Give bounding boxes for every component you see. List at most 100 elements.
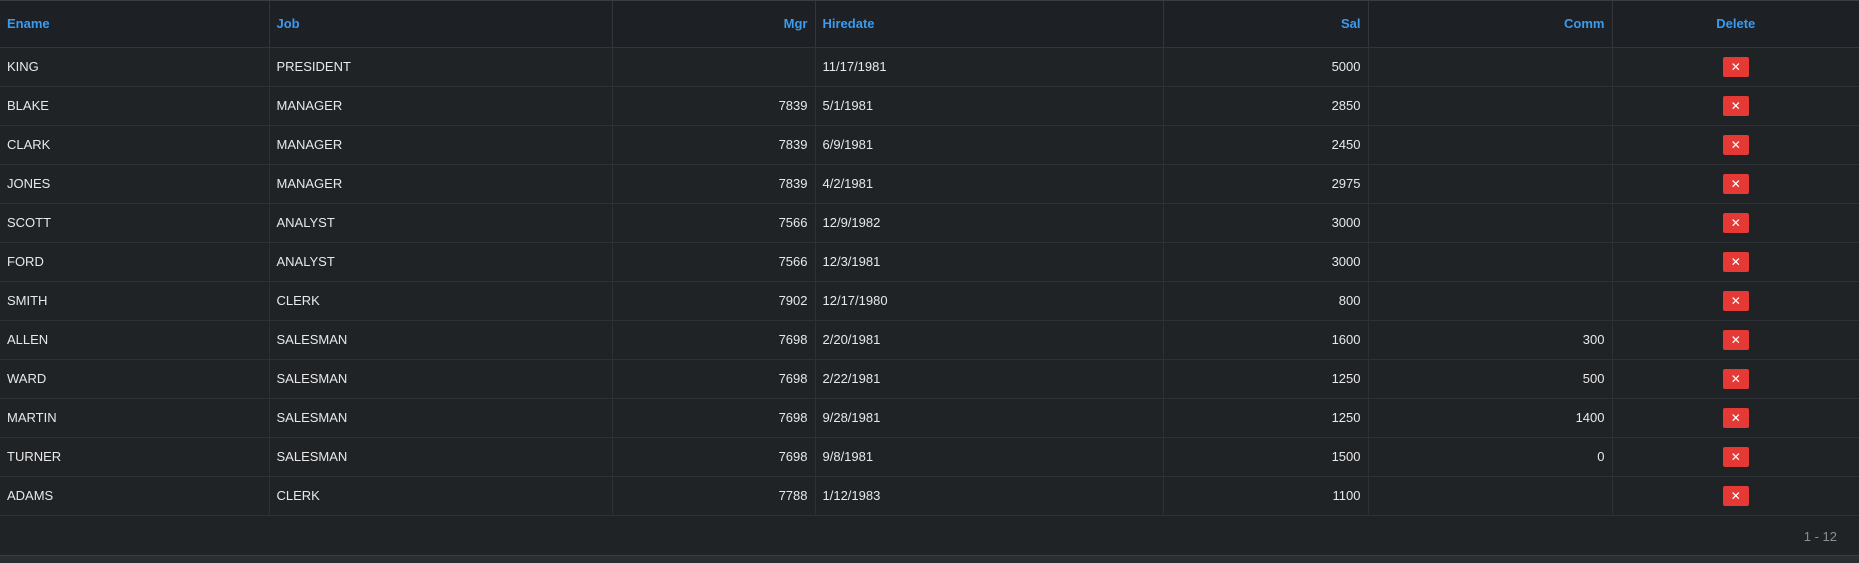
cell-comm xyxy=(1368,125,1613,165)
close-icon: ✕ xyxy=(1730,59,1741,74)
close-icon: ✕ xyxy=(1730,449,1741,464)
cell-ename: KING xyxy=(0,47,270,87)
cell-mgr: 7698 xyxy=(612,320,816,360)
delete-button[interactable]: ✕ xyxy=(1722,485,1749,506)
delete-button[interactable]: ✕ xyxy=(1722,173,1749,194)
cell-mgr: 7698 xyxy=(612,437,816,477)
cell-comm xyxy=(1368,164,1613,204)
cell-mgr: 7698 xyxy=(612,398,816,438)
table-row[interactable]: SCOTT ANALYST 7566 12/9/1982 3000 ✕ xyxy=(0,203,1859,243)
cell-hiredate: 11/17/1981 xyxy=(815,47,1164,87)
column-header-comm[interactable]: Comm xyxy=(1368,1,1613,48)
cell-delete: ✕ xyxy=(1612,242,1859,282)
table-row[interactable]: ADAMS CLERK 7788 1/12/1983 1100 ✕ xyxy=(0,476,1859,516)
cell-ename: SCOTT xyxy=(0,203,270,243)
delete-button[interactable]: ✕ xyxy=(1722,212,1749,233)
column-header-sal[interactable]: Sal xyxy=(1163,1,1369,48)
column-header-hiredate[interactable]: Hiredate xyxy=(815,1,1164,48)
delete-button[interactable]: ✕ xyxy=(1722,407,1749,428)
table-row[interactable]: JONES MANAGER 7839 4/2/1981 2975 ✕ xyxy=(0,164,1859,204)
cell-hiredate: 9/28/1981 xyxy=(815,398,1164,438)
employee-grid: Ename Job Mgr Hiredate Sal Comm Delete K… xyxy=(0,0,1859,563)
cell-mgr: 7698 xyxy=(612,359,816,399)
cell-job: ANALYST xyxy=(269,242,613,282)
cell-comm: 500 xyxy=(1368,359,1613,399)
cell-job: SALESMAN xyxy=(269,359,613,399)
cell-mgr: 7839 xyxy=(612,86,816,126)
table-row[interactable]: TURNER SALESMAN 7698 9/8/1981 1500 0 ✕ xyxy=(0,437,1859,477)
cell-comm xyxy=(1368,281,1613,321)
cell-job: SALESMAN xyxy=(269,320,613,360)
cell-hiredate: 5/1/1981 xyxy=(815,86,1164,126)
cell-hiredate: 9/8/1981 xyxy=(815,437,1164,477)
column-header-delete: Delete xyxy=(1612,1,1859,48)
delete-button[interactable]: ✕ xyxy=(1722,95,1749,116)
cell-mgr: 7566 xyxy=(612,242,816,282)
cell-delete: ✕ xyxy=(1612,359,1859,399)
cell-sal: 1600 xyxy=(1163,320,1369,360)
close-icon: ✕ xyxy=(1730,488,1741,503)
cell-delete: ✕ xyxy=(1612,476,1859,516)
cell-hiredate: 2/20/1981 xyxy=(815,320,1164,360)
cell-sal: 1500 xyxy=(1163,437,1369,477)
cell-mgr: 7839 xyxy=(612,125,816,165)
close-icon: ✕ xyxy=(1730,293,1741,308)
cell-sal: 2850 xyxy=(1163,86,1369,126)
table-row[interactable]: WARD SALESMAN 7698 2/22/1981 1250 500 ✕ xyxy=(0,359,1859,399)
cell-job: MANAGER xyxy=(269,86,613,126)
close-icon: ✕ xyxy=(1730,137,1741,152)
cell-delete: ✕ xyxy=(1612,164,1859,204)
cell-job: ANALYST xyxy=(269,203,613,243)
cell-ename: SMITH xyxy=(0,281,270,321)
table-row[interactable]: CLARK MANAGER 7839 6/9/1981 2450 ✕ xyxy=(0,125,1859,165)
cell-hiredate: 4/2/1981 xyxy=(815,164,1164,204)
cell-job: CLERK xyxy=(269,281,613,321)
column-header-ename[interactable]: Ename xyxy=(0,1,270,48)
cell-ename: BLAKE xyxy=(0,86,270,126)
cell-mgr: 7788 xyxy=(612,476,816,516)
table-row[interactable]: KING PRESIDENT 11/17/1981 5000 ✕ xyxy=(0,47,1859,87)
cell-ename: ADAMS xyxy=(0,476,270,516)
cell-hiredate: 2/22/1981 xyxy=(815,359,1164,399)
cell-sal: 1100 xyxy=(1163,476,1369,516)
column-header-job[interactable]: Job xyxy=(269,1,613,48)
grid-footer: 1 - 12 xyxy=(0,516,1859,556)
close-icon: ✕ xyxy=(1730,254,1741,269)
delete-button[interactable]: ✕ xyxy=(1722,368,1749,389)
table-row[interactable]: MARTIN SALESMAN 7698 9/28/1981 1250 1400 ✕ xyxy=(0,398,1859,438)
cell-sal: 800 xyxy=(1163,281,1369,321)
cell-comm: 300 xyxy=(1368,320,1613,360)
column-header-mgr[interactable]: Mgr xyxy=(612,1,816,48)
close-icon: ✕ xyxy=(1730,215,1741,230)
cell-comm xyxy=(1368,476,1613,516)
cell-hiredate: 6/9/1981 xyxy=(815,125,1164,165)
table-row[interactable]: BLAKE MANAGER 7839 5/1/1981 2850 ✕ xyxy=(0,86,1859,126)
delete-button[interactable]: ✕ xyxy=(1722,329,1749,350)
cell-sal: 5000 xyxy=(1163,47,1369,87)
cell-comm: 1400 xyxy=(1368,398,1613,438)
cell-delete: ✕ xyxy=(1612,203,1859,243)
cell-mgr: 7902 xyxy=(612,281,816,321)
cell-delete: ✕ xyxy=(1612,86,1859,126)
cell-sal: 1250 xyxy=(1163,398,1369,438)
cell-sal: 1250 xyxy=(1163,359,1369,399)
cell-ename: TURNER xyxy=(0,437,270,477)
cell-delete: ✕ xyxy=(1612,320,1859,360)
cell-hiredate: 12/9/1982 xyxy=(815,203,1164,243)
table-row[interactable]: FORD ANALYST 7566 12/3/1981 3000 ✕ xyxy=(0,242,1859,282)
cell-ename: CLARK xyxy=(0,125,270,165)
close-icon: ✕ xyxy=(1730,410,1741,425)
delete-button[interactable]: ✕ xyxy=(1722,56,1749,77)
delete-button[interactable]: ✕ xyxy=(1722,290,1749,311)
cell-comm xyxy=(1368,203,1613,243)
pager-info: 1 - 12 xyxy=(1803,529,1837,544)
delete-button[interactable]: ✕ xyxy=(1722,446,1749,467)
table-row[interactable]: ALLEN SALESMAN 7698 2/20/1981 1600 300 ✕ xyxy=(0,320,1859,360)
cell-ename: JONES xyxy=(0,164,270,204)
delete-button[interactable]: ✕ xyxy=(1722,251,1749,272)
cell-mgr: 7839 xyxy=(612,164,816,204)
cell-ename: FORD xyxy=(0,242,270,282)
cell-sal: 3000 xyxy=(1163,242,1369,282)
table-row[interactable]: SMITH CLERK 7902 12/17/1980 800 ✕ xyxy=(0,281,1859,321)
delete-button[interactable]: ✕ xyxy=(1722,134,1749,155)
